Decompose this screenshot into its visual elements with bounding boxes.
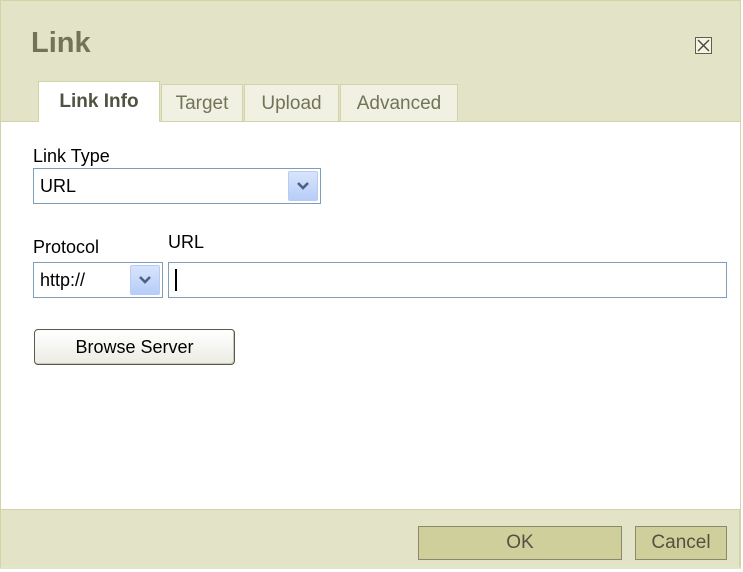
link-type-dropdown-arrow[interactable]: [288, 171, 318, 201]
url-label: URL: [168, 232, 205, 252]
link-type-select[interactable]: URL: [33, 168, 321, 204]
tab-upload[interactable]: Upload: [244, 84, 339, 122]
protocol-dropdown-arrow[interactable]: [130, 265, 160, 295]
tab-strip: Link Info Target Upload Advanced: [38, 81, 459, 122]
tab-link-info[interactable]: Link Info: [38, 81, 160, 122]
text-caret: [175, 269, 177, 291]
close-box-icon: [697, 39, 710, 52]
protocol-value: http://: [40, 269, 86, 290]
protocol-label: Protocol: [33, 237, 100, 257]
link-info-panel: Link Type URL Protocol URL http:// Brows…: [1, 121, 740, 510]
link-type-label: Link Type: [33, 146, 110, 166]
tab-target[interactable]: Target: [161, 84, 243, 122]
chevron-down-icon: [139, 276, 151, 284]
tab-advanced[interactable]: Advanced: [340, 84, 458, 122]
chevron-down-icon: [297, 182, 309, 190]
url-input[interactable]: [168, 262, 727, 298]
browse-server-button[interactable]: Browse Server: [34, 329, 235, 365]
dialog-title-bar[interactable]: Link Link Info Target Upload Advanced: [1, 1, 740, 122]
link-type-value: URL: [40, 175, 77, 196]
cancel-button[interactable]: Cancel: [635, 526, 727, 560]
link-dialog: Link Link Info Target Upload Advanced Li…: [0, 0, 741, 569]
ok-button[interactable]: OK: [418, 526, 622, 560]
close-button[interactable]: [695, 37, 712, 54]
dialog-title: Link: [31, 27, 91, 59]
protocol-select[interactable]: http://: [33, 262, 163, 298]
